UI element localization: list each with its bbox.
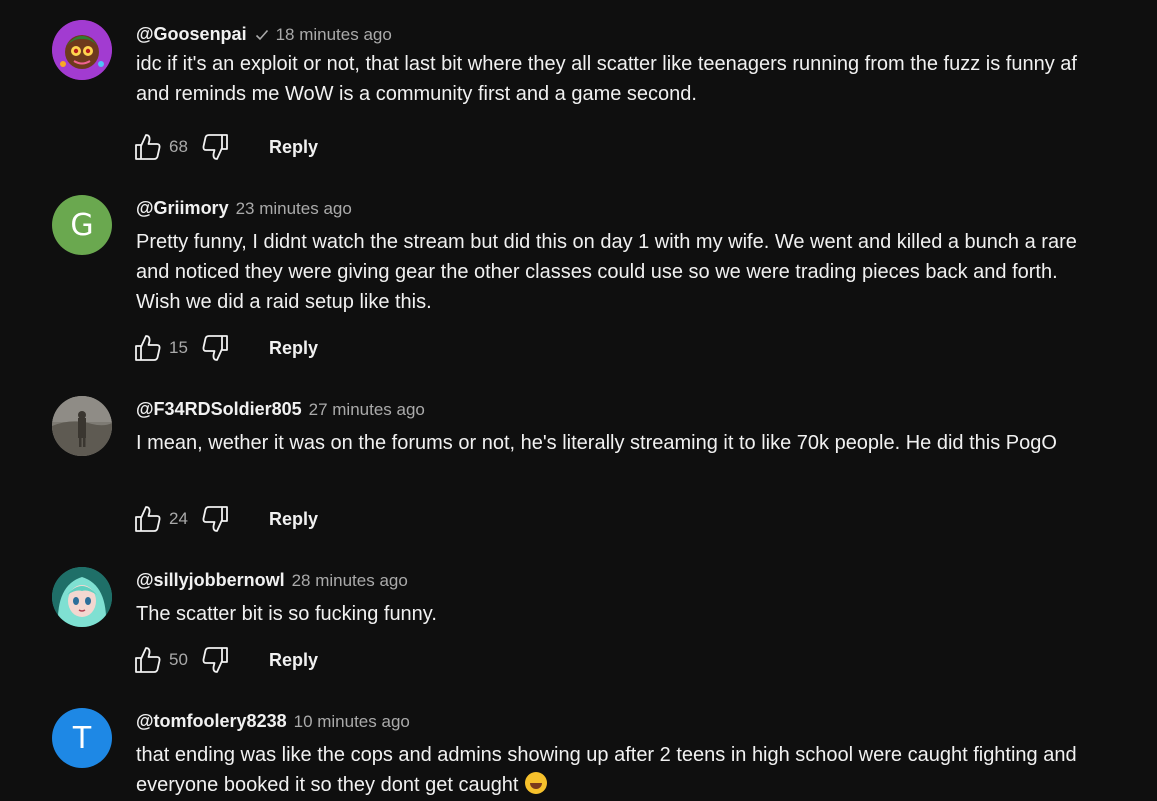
comment-actions: 50 Reply: [132, 645, 318, 675]
like-button[interactable]: [132, 132, 162, 162]
cartoon-character-avatar-icon: [52, 20, 112, 80]
avatar[interactable]: G: [52, 195, 112, 255]
comment-timestamp[interactable]: 23 minutes ago: [236, 199, 352, 219]
like-button[interactable]: [132, 504, 162, 534]
reply-button[interactable]: Reply: [269, 338, 318, 359]
thumbs-up-icon: [135, 506, 161, 532]
avatar[interactable]: [52, 567, 112, 627]
thumbs-down-icon: [202, 506, 228, 532]
comment-actions: 15 Reply: [132, 333, 318, 363]
reply-button[interactable]: Reply: [269, 137, 318, 158]
comment-author[interactable]: @F34RDSoldier805: [136, 399, 302, 420]
like-count: 50: [169, 650, 188, 669]
comment-timestamp[interactable]: 28 minutes ago: [292, 571, 408, 591]
reply-button[interactable]: Reply: [269, 509, 318, 530]
avatar[interactable]: T: [52, 708, 112, 768]
comment-timestamp[interactable]: 27 minutes ago: [309, 400, 425, 420]
thumbs-down-icon: [202, 134, 228, 160]
comment-text: that ending was like the cops and admins…: [136, 740, 1096, 800]
comment-author[interactable]: @Goosenpai: [136, 24, 247, 45]
verified-check-icon: [255, 29, 268, 40]
reply-button[interactable]: Reply: [269, 650, 318, 671]
avatar[interactable]: [52, 396, 112, 456]
thumbs-up-icon: [135, 647, 161, 673]
thumbs-down-icon: [202, 647, 228, 673]
dislike-button[interactable]: [201, 333, 231, 363]
comment-actions: 68 Reply: [132, 132, 318, 162]
like-count: 15: [169, 338, 188, 357]
thumbs-up-icon: [135, 335, 161, 361]
soldier-photo-avatar-icon: [52, 396, 112, 456]
comment-text: I mean, wether it was on the forums or n…: [136, 432, 1057, 454]
comment-text: Pretty funny, I didnt watch the stream b…: [136, 231, 1077, 313]
comment-text: The scatter bit is so fucking funny.: [136, 603, 437, 625]
comment-author[interactable]: @sillyjobbernowl: [136, 570, 285, 591]
like-count: 24: [169, 509, 188, 528]
comment-timestamp[interactable]: 10 minutes ago: [294, 712, 410, 732]
comment-author[interactable]: @tomfoolery8238: [136, 711, 287, 732]
like-button[interactable]: [132, 333, 162, 363]
avatar[interactable]: [52, 20, 112, 80]
like-button[interactable]: [132, 645, 162, 675]
like-count: 68: [169, 137, 188, 156]
avatar-letter: T: [72, 720, 92, 756]
anime-character-avatar-icon: [52, 567, 112, 627]
dislike-button[interactable]: [201, 504, 231, 534]
dislike-button[interactable]: [201, 132, 231, 162]
thumbs-down-icon: [202, 335, 228, 361]
comment-actions: 24 Reply: [132, 504, 318, 534]
comment-text-content: that ending was like the cops and admins…: [136, 744, 1077, 796]
comment-timestamp[interactable]: 18 minutes ago: [276, 25, 392, 45]
avatar-letter: G: [70, 207, 94, 243]
comment-author[interactable]: @Griimory: [136, 198, 229, 219]
thumbs-up-icon: [135, 134, 161, 160]
rolling-on-floor-laughing-emoji-icon: [524, 772, 547, 794]
dislike-button[interactable]: [201, 645, 231, 675]
comment-text: idc if it's an exploit or not, that last…: [136, 53, 1077, 105]
